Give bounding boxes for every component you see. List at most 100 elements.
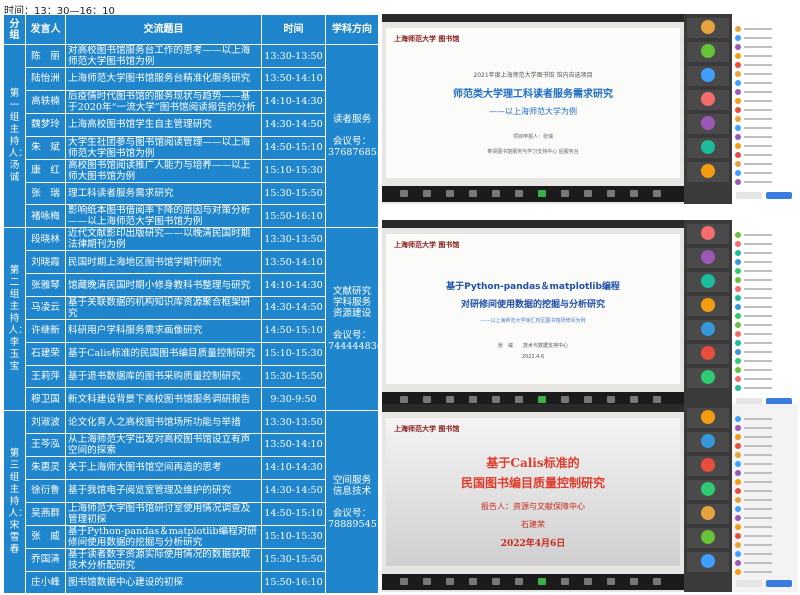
participant-video-tile[interactable] <box>687 456 729 476</box>
participant-row[interactable] <box>735 425 795 432</box>
toolbar-control-icon[interactable] <box>446 578 454 585</box>
participant-video-tile[interactable] <box>687 528 729 548</box>
toolbar-control-icon[interactable] <box>561 396 569 403</box>
participant-video-tile[interactable] <box>687 368 729 388</box>
toolbar-control-icon[interactable] <box>653 396 661 403</box>
manage-button[interactable] <box>766 192 792 199</box>
participant-video-tile[interactable] <box>687 320 729 340</box>
participant-video-tile[interactable] <box>687 504 729 524</box>
participant-row[interactable] <box>735 143 795 150</box>
toolbar-control-icon[interactable] <box>584 190 592 197</box>
participant-video-tile[interactable] <box>687 480 729 500</box>
toolbar-control-icon[interactable] <box>561 190 569 197</box>
participant-row[interactable] <box>735 250 795 257</box>
participant-row[interactable] <box>735 560 795 567</box>
participant-video-tile[interactable] <box>687 408 729 428</box>
participant-video-tile[interactable] <box>687 248 729 268</box>
toolbar-control-icon[interactable] <box>400 578 408 585</box>
participant-video-tile[interactable] <box>687 344 729 364</box>
toolbar-control-icon[interactable] <box>492 190 500 197</box>
participant-row[interactable] <box>735 524 795 531</box>
participant-video-tile[interactable] <box>687 42 729 62</box>
toolbar-control-icon[interactable] <box>515 396 523 403</box>
participant-row[interactable] <box>735 349 795 356</box>
participant-row[interactable] <box>735 53 795 60</box>
toolbar-control-icon[interactable] <box>446 190 454 197</box>
participant-row[interactable] <box>735 497 795 504</box>
participant-row[interactable] <box>735 416 795 423</box>
toolbar-control-icon[interactable] <box>423 396 431 403</box>
toolbar-control-icon[interactable] <box>423 190 431 197</box>
participant-video-tile[interactable] <box>687 272 729 292</box>
participant-row[interactable] <box>735 232 795 239</box>
toolbar-control-icon[interactable] <box>538 190 546 197</box>
participant-video-tile[interactable] <box>687 18 729 38</box>
toolbar-control-icon[interactable] <box>515 578 523 585</box>
participant-row[interactable] <box>735 470 795 477</box>
toolbar-control-icon[interactable] <box>584 396 592 403</box>
toolbar-control-icon[interactable] <box>584 578 592 585</box>
participant-row[interactable] <box>735 340 795 347</box>
participant-row[interactable] <box>735 515 795 522</box>
participant-row[interactable] <box>735 35 795 42</box>
participant-row[interactable] <box>735 452 795 459</box>
participant-video-tile[interactable] <box>687 296 729 316</box>
meeting-toolbar[interactable] <box>382 186 684 202</box>
toolbar-control-icon[interactable] <box>400 396 408 403</box>
participant-row[interactable] <box>735 44 795 51</box>
participant-video-tile[interactable] <box>687 162 729 182</box>
participant-row[interactable] <box>735 286 795 293</box>
toolbar-control-icon[interactable] <box>630 190 638 197</box>
toolbar-control-icon[interactable] <box>469 396 477 403</box>
participant-video-tile[interactable] <box>687 138 729 158</box>
toolbar-control-icon[interactable] <box>653 190 661 197</box>
toolbar-control-icon[interactable] <box>515 190 523 197</box>
toolbar-control-icon[interactable] <box>400 190 408 197</box>
participant-row[interactable] <box>735 277 795 284</box>
toolbar-control-icon[interactable] <box>630 396 638 403</box>
participant-row[interactable] <box>735 322 795 329</box>
participant-row[interactable] <box>735 26 795 33</box>
participant-video-tile[interactable] <box>687 224 729 244</box>
participant-video-tile[interactable] <box>687 552 729 572</box>
participant-row[interactable] <box>735 107 795 114</box>
toolbar-control-icon[interactable] <box>653 578 661 585</box>
participant-row[interactable] <box>735 376 795 383</box>
toolbar-control-icon[interactable] <box>538 396 546 403</box>
participant-row[interactable] <box>735 533 795 540</box>
toolbar-control-icon[interactable] <box>423 578 431 585</box>
participant-row[interactable] <box>735 116 795 123</box>
participant-row[interactable] <box>735 134 795 141</box>
participant-row[interactable] <box>735 179 795 186</box>
participant-row[interactable] <box>735 551 795 558</box>
participant-video-tile[interactable] <box>687 90 729 110</box>
participant-video-tile[interactable] <box>687 66 729 86</box>
toolbar-control-icon[interactable] <box>469 578 477 585</box>
participant-row[interactable] <box>735 434 795 441</box>
toolbar-control-icon[interactable] <box>607 190 615 197</box>
participant-row[interactable] <box>735 367 795 374</box>
toolbar-control-icon[interactable] <box>492 396 500 403</box>
toolbar-control-icon[interactable] <box>492 578 500 585</box>
participant-row[interactable] <box>735 443 795 450</box>
participant-video-tile[interactable] <box>687 432 729 452</box>
participant-row[interactable] <box>735 461 795 468</box>
toolbar-control-icon[interactable] <box>607 578 615 585</box>
participant-row[interactable] <box>735 304 795 311</box>
toolbar-control-icon[interactable] <box>561 578 569 585</box>
participant-row[interactable] <box>735 241 795 248</box>
invite-button[interactable] <box>736 192 762 199</box>
participant-row[interactable] <box>735 170 795 177</box>
toolbar-control-icon[interactable] <box>607 396 615 403</box>
participant-row[interactable] <box>735 80 795 87</box>
toolbar-control-icon[interactable] <box>630 578 638 585</box>
toolbar-control-icon[interactable] <box>469 190 477 197</box>
manage-button[interactable] <box>766 580 792 587</box>
participant-row[interactable] <box>735 89 795 96</box>
participant-row[interactable] <box>735 295 795 302</box>
toolbar-control-icon[interactable] <box>538 578 546 585</box>
invite-button[interactable] <box>736 580 762 587</box>
toolbar-control-icon[interactable] <box>446 396 454 403</box>
participant-video-tile[interactable] <box>687 114 729 134</box>
participant-row[interactable] <box>735 62 795 69</box>
